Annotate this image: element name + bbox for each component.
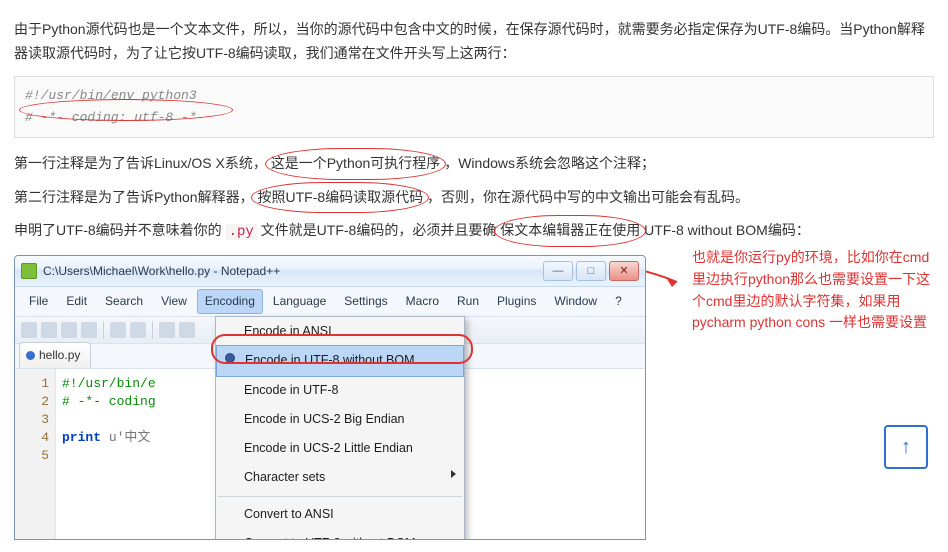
toolbar-icon[interactable] [41,322,57,338]
highlight-executable: 这是一个Python可执行程序 [271,152,441,176]
menu-macro[interactable]: Macro [398,289,447,313]
menu-bar: File Edit Search View Encoding Language … [15,287,645,316]
paragraph-2: 第一行注释是为了告诉Linux/OS X系统， 这是一个Python可执行程序 … [14,152,934,176]
toolbar-icon[interactable] [110,322,126,338]
maximize-button[interactable]: □ [576,261,606,281]
convert-option-ansi[interactable]: Convert to ANSI [216,500,464,529]
paragraph-4: 申明了UTF-8编码并不意味着你的 .py 文件就是UTF-8编码的，必须并且要… [14,219,934,245]
minimize-button[interactable]: — [543,261,573,281]
window-titlebar: C:\Users\Michael\Work\hello.py - Notepad… [15,256,645,287]
menu-view[interactable]: View [153,289,195,313]
menu-encoding[interactable]: Encoding [197,289,263,313]
toolbar-icon[interactable] [21,322,37,338]
menu-separator [218,496,462,497]
inline-code-py: .py [226,224,257,240]
scroll-to-top-button[interactable]: ↑ [884,425,928,469]
highlight-utf8-read: 按照UTF-8编码读取源代码 [257,186,423,210]
menu-run[interactable]: Run [449,289,487,313]
menu-settings[interactable]: Settings [336,289,395,313]
code-line-1: #!/usr/bin/env python3 [25,85,923,107]
window-title: C:\Users\Michael\Work\hello.py - Notepad… [43,261,537,281]
paragraph-3: 第二行注释是为了告诉Python解释器， 按照UTF-8编码读取源代码 ，否则，… [14,186,934,210]
toolbar-icon[interactable] [61,322,77,338]
menu-file[interactable]: File [21,289,56,313]
radio-selected-icon [225,353,235,363]
convert-option-utf8-nobom[interactable]: Convert to UTF-8 without BOM [216,529,464,540]
encoding-option-utf8[interactable]: Encode in UTF-8 [216,376,464,405]
encoding-option-utf8-nobom[interactable]: Encode in UTF-8 without BOM [216,345,464,376]
encoding-option-ucs2le[interactable]: Encode in UCS-2 Little Endian [216,434,464,463]
toolbar-icon[interactable] [81,322,97,338]
file-modified-dot-icon [26,351,35,360]
highlight-editor-using: 保文本编辑器正在使用 [500,219,640,243]
encoding-option-ansi[interactable]: Encode in ANSI [216,317,464,346]
line-number-gutter: 1 2 3 4 5 [15,369,56,539]
code-block-header-lines: #!/usr/bin/env python3 # -*- coding: utf… [14,76,934,138]
notepadpp-figure: 也就是你运行py的环境，比如你在cmd里边执行python那么也需要设置一下这个… [14,255,934,539]
intro-paragraph: 由于Python源代码也是一个文本文件，所以，当你的源代码中包含中文的时候，在保… [14,18,934,66]
file-tab[interactable]: hello.py [19,342,91,367]
notepadpp-window: C:\Users\Michael\Work\hello.py - Notepad… [14,255,646,539]
menu-edit[interactable]: Edit [58,289,95,313]
close-button[interactable]: ✕ [609,261,639,281]
code-line-2: # -*- coding: utf-8 -*- [25,107,923,129]
encoding-dropdown: Encode in ANSI Encode in UTF-8 without B… [215,316,465,539]
app-icon [21,263,37,279]
encoding-option-charsets[interactable]: Character sets [216,463,464,492]
toolbar-icon[interactable] [130,322,146,338]
toolbar-icon[interactable] [179,322,195,338]
encoding-option-ucs2be[interactable]: Encode in UCS-2 Big Endian [216,405,464,434]
submenu-arrow-icon [451,470,456,478]
red-annotation-text: 也就是你运行py的环境，比如你在cmd里边执行python那么也需要设置一下这个… [692,247,932,334]
toolbar-icon[interactable] [159,322,175,338]
menu-help[interactable]: ? [607,289,630,313]
menu-language[interactable]: Language [265,289,334,313]
menu-window[interactable]: Window [546,289,605,313]
menu-plugins[interactable]: Plugins [489,289,544,313]
menu-search[interactable]: Search [97,289,151,313]
